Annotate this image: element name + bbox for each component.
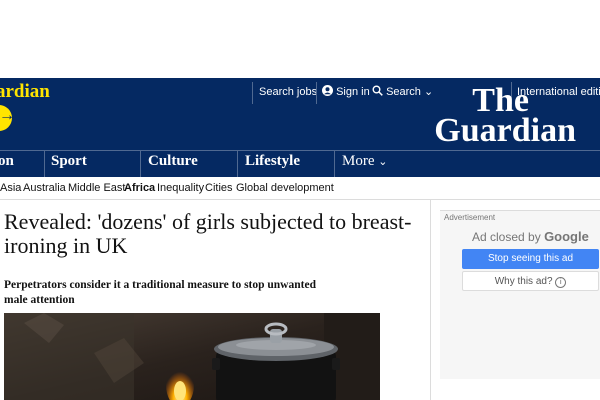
search-label: Search (386, 86, 421, 98)
secondary-nav: Asia Australia Middle East Africa Inequa… (0, 177, 600, 200)
nav-item-more[interactable]: More ⌄ (342, 153, 387, 170)
search-icon (372, 85, 383, 96)
divider (44, 151, 45, 177)
nav-item-culture[interactable]: Culture (148, 153, 198, 170)
subnav-item-cities[interactable]: Cities (205, 182, 233, 194)
logo-line-2: Guardian (434, 112, 576, 149)
blank-top-area (0, 0, 600, 78)
chevron-down-icon: ⌄ (423, 86, 434, 98)
more-label: More (342, 153, 375, 169)
user-icon (322, 85, 333, 96)
divider (316, 82, 317, 104)
ad-closed-message: Ad closed by Google (472, 229, 589, 244)
nav-item-lifestyle[interactable]: Lifestyle (245, 153, 300, 170)
article-headline: Revealed: 'dozens' of girls subjected to… (4, 209, 412, 258)
guardian-logo[interactable]: The Guardian (434, 84, 576, 149)
divider (140, 151, 141, 177)
support-arrow-button[interactable]: → (0, 105, 15, 131)
ad-label: Advertisement (444, 213, 496, 222)
why-this-ad-label: Why this ad? (494, 276, 553, 287)
search-jobs-link[interactable]: Search jobs (259, 86, 317, 98)
subnav-item-inequality[interactable]: Inequality (157, 182, 204, 194)
article-main-image[interactable] (4, 313, 380, 400)
nav-item-sport[interactable]: Sport (51, 153, 87, 170)
why-this-ad-button[interactable]: Why this ad? i (462, 271, 599, 291)
stop-seeing-ad-button[interactable]: Stop seeing this ad (462, 249, 599, 269)
chevron-down-icon: ⌄ (378, 156, 388, 168)
subnav-item-asia[interactable]: Asia (0, 182, 21, 194)
search-link[interactable]: Search ⌄ (372, 85, 433, 98)
sign-in-link[interactable]: Sign in (322, 85, 370, 98)
arrow-right-icon: → (0, 107, 15, 124)
subnav-item-africa[interactable]: Africa (124, 182, 155, 194)
divider (252, 82, 253, 104)
primary-nav: on Sport Culture Lifestyle More ⌄ (0, 150, 600, 177)
column-divider (430, 200, 431, 400)
sign-in-label: Sign in (336, 86, 370, 98)
divider (334, 151, 335, 177)
info-icon: i (555, 277, 567, 288)
subnav-item-australia[interactable]: Australia (23, 182, 66, 194)
nav-item-opinion[interactable]: on (0, 153, 14, 170)
subnav-item-middle-east[interactable]: Middle East (68, 182, 125, 194)
subnav-item-global-development[interactable]: Global development (236, 182, 334, 194)
masthead: ardian → Search jobs Sign in Search ⌄ In… (0, 78, 600, 150)
ad-closed-prefix: Ad closed by (472, 230, 541, 244)
divider (237, 151, 238, 177)
google-logo-text: Google (544, 229, 589, 244)
cooking-pot-photo (4, 313, 380, 400)
article-standfirst: Perpetrators consider it a traditional m… (4, 279, 316, 306)
ad-slot: Advertisement Ad closed by Google Stop s… (440, 210, 600, 379)
